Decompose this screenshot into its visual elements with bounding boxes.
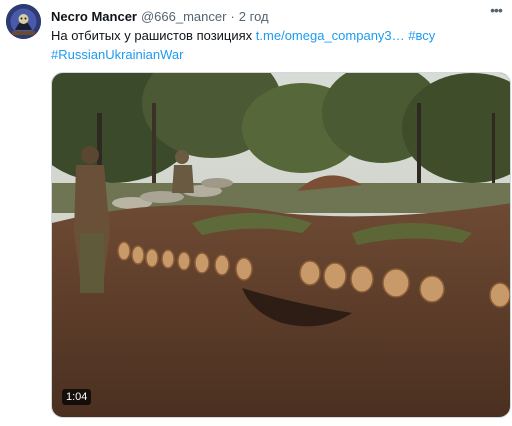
tweet-link[interactable]: t.me/omega_company3…	[256, 28, 405, 43]
video-player[interactable]	[51, 72, 511, 418]
timestamp[interactable]: 2 год	[239, 9, 269, 24]
hashtag-russian-ukrainian-war[interactable]: #RussianUkrainianWar	[51, 47, 183, 62]
hashtag-vsu[interactable]: #всу	[408, 28, 435, 43]
video-duration: 1:04	[62, 389, 92, 405]
author-name[interactable]: Necro Mancer	[51, 9, 137, 24]
video-frame	[52, 73, 510, 417]
avatar[interactable]	[6, 4, 41, 39]
tweet-header: Necro Mancer @666_mancer · 2 год	[51, 7, 269, 25]
tweet[interactable]: Necro Mancer @666_mancer · 2 год ••• На …	[0, 0, 512, 426]
more-dots-icon[interactable]: •••	[488, 2, 504, 18]
author-handle[interactable]: @666_mancer	[141, 9, 226, 24]
tweet-text: На отбитых у рашистов позициях t.me/omeg…	[51, 26, 507, 64]
tweet-text-plain: На отбитых у рашистов позициях	[51, 28, 253, 43]
separator: ·	[230, 8, 235, 24]
